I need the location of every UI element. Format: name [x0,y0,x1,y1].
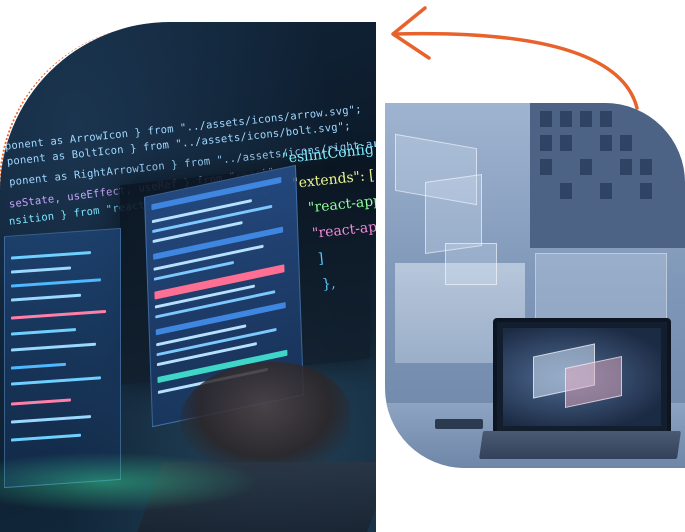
laptop-display [503,328,661,426]
code-screen-photo: ponent as ArrowIcon } from "../assets/ic… [0,22,376,532]
floating-code-panel-left [4,227,121,489]
curved-arrow-icon [391,6,639,110]
floating-document-2 [425,173,482,255]
laptop-screen [493,318,671,436]
laptop-keyboard [479,431,681,459]
laptop-office-photo [385,103,685,468]
wall-board [530,103,685,248]
phone-on-desk [435,419,483,429]
hero-image-collage: ponent as ArrowIcon } from "../assets/ic… [0,0,685,532]
green-glow-decoration [0,452,260,512]
floating-document-3 [445,243,497,285]
